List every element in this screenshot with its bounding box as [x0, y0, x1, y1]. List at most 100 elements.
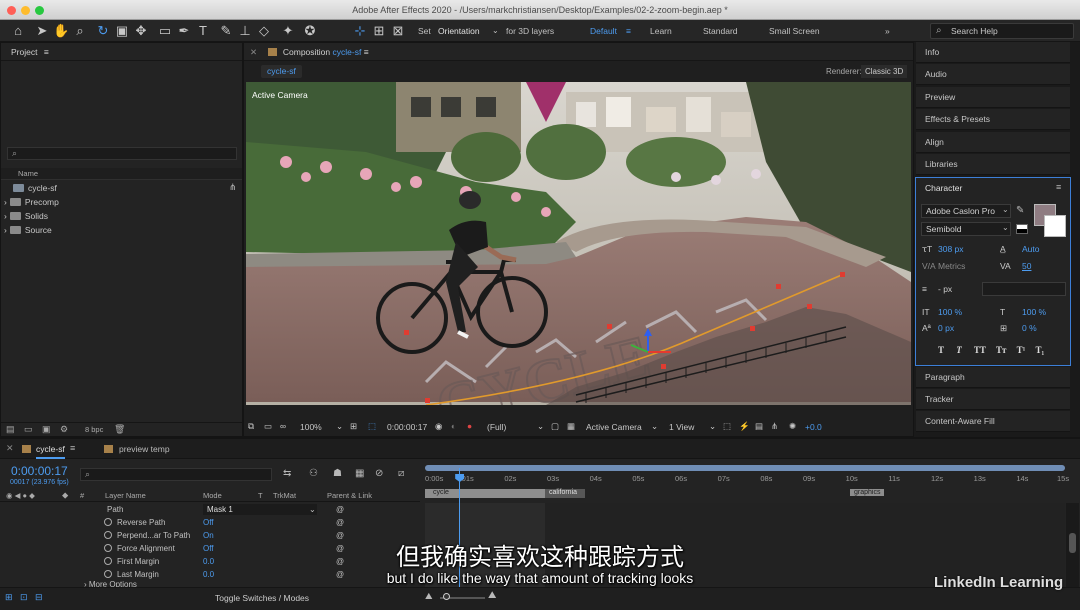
pen-tool-icon[interactable]: ✒: [176, 23, 192, 39]
marker-graphics[interactable]: graphics: [850, 489, 885, 496]
mode-header[interactable]: Mode: [203, 491, 222, 500]
workspace-small-screen[interactable]: Small Screen: [769, 20, 820, 42]
chevron-down-icon[interactable]: ⌄: [651, 421, 658, 432]
faux-italic-button[interactable]: T: [956, 345, 962, 355]
zoom-slider-handle[interactable]: [443, 593, 450, 600]
property-row-path[interactable]: Path Mask 1 ⌄ @: [0, 503, 420, 516]
subscript-button[interactable]: T₁: [1035, 345, 1044, 355]
project-settings-icon[interactable]: ⚙: [60, 424, 68, 435]
in-out-icon[interactable]: ⊟: [35, 592, 43, 603]
monitor-icon[interactable]: ▭: [264, 421, 272, 432]
layer-switches-icon[interactable]: ⊞: [5, 592, 13, 603]
toggle-switches-modes[interactable]: Toggle Switches / Modes: [215, 593, 309, 603]
mask-path-dropdown[interactable]: Mask 1: [203, 504, 317, 515]
leading-value[interactable]: Auto: [1022, 244, 1040, 254]
work-area-bar[interactable]: [425, 465, 1065, 471]
mask-visibility-icon[interactable]: ⬚: [368, 421, 376, 432]
roto-brush-tool-icon[interactable]: ✦: [280, 23, 296, 39]
pick-whip-icon[interactable]: @: [336, 503, 344, 516]
eraser-tool-icon[interactable]: ◇: [256, 23, 272, 39]
motion-blur-icon[interactable]: ⊘: [375, 468, 383, 479]
all-caps-button[interactable]: TT: [974, 345, 986, 355]
stroke-color-swatch[interactable]: [1044, 215, 1066, 237]
stroke-width-value[interactable]: - px: [938, 284, 952, 294]
region-of-interest-icon[interactable]: ▢: [551, 421, 559, 432]
brush-tool-icon[interactable]: ✎: [218, 23, 234, 39]
pan-behind-tool-icon[interactable]: ✥: [133, 23, 149, 39]
minimize-window-button[interactable]: [21, 6, 30, 15]
kerning-value[interactable]: Metrics: [938, 261, 965, 271]
frame-blending-icon[interactable]: ▦: [355, 468, 364, 479]
flowchart-icon[interactable]: ⋔: [771, 421, 778, 432]
type-tool-icon[interactable]: T: [195, 23, 211, 39]
rectangle-tool-icon[interactable]: ▭: [157, 23, 173, 39]
small-caps-button[interactable]: Tт: [996, 345, 1006, 355]
rotate-tool-icon[interactable]: ↻: [95, 23, 111, 39]
project-item-solids[interactable]: › Solids: [4, 211, 48, 221]
menu-icon[interactable]: ≡: [70, 443, 75, 453]
new-composition-icon[interactable]: ▣: [42, 424, 51, 435]
world-axis-icon[interactable]: ⊞: [371, 23, 387, 39]
zoom-window-button[interactable]: [35, 6, 44, 15]
superscript-button[interactable]: T¹: [1017, 345, 1026, 355]
renderer-dropdown[interactable]: Classic 3D: [861, 65, 908, 78]
parent-link-header[interactable]: Parent & Link: [327, 491, 372, 500]
tsume-value[interactable]: 0 %: [1022, 323, 1037, 333]
orientation-dropdown[interactable]: Orientation: [438, 20, 480, 42]
interpret-footage-icon[interactable]: ▤: [6, 424, 15, 435]
audio-panel-tab[interactable]: Audio: [916, 64, 1070, 85]
zoom-in-icon[interactable]: ⛰: [488, 590, 496, 601]
t-header[interactable]: T: [258, 491, 263, 500]
always-preview-icon[interactable]: ⧉: [248, 421, 254, 432]
view-axis-icon[interactable]: ⊠: [390, 23, 406, 39]
fast-previews-icon[interactable]: ⚡: [739, 421, 750, 432]
3d-view-dropdown[interactable]: Active Camera: [586, 422, 642, 432]
vertical-scale-value[interactable]: 100 %: [938, 307, 962, 317]
marker-california[interactable]: california: [545, 489, 577, 496]
tracking-value[interactable]: 50: [1022, 261, 1031, 271]
trash-icon[interactable]: 🗑: [114, 424, 125, 435]
menu-icon[interactable]: ≡: [626, 20, 631, 42]
view-layout-dropdown[interactable]: 1 View: [669, 422, 694, 432]
snapshot-icon[interactable]: ◉: [435, 421, 442, 432]
paragraph-panel-tab[interactable]: Paragraph: [916, 367, 1070, 388]
composition-viewer[interactable]: CYCLE Active Camera: [246, 82, 911, 405]
font-style-dropdown[interactable]: Semibold: [921, 222, 1011, 236]
transparency-grid-icon[interactable]: ▦: [567, 421, 575, 432]
font-family-dropdown[interactable]: Adobe Caslon Pro: [921, 204, 1011, 218]
close-icon[interactable]: ✕: [6, 443, 14, 454]
workspace-learn[interactable]: Learn: [650, 20, 672, 42]
chevron-down-icon[interactable]: ⌄: [1002, 205, 1009, 214]
magnification-dropdown[interactable]: 100%: [300, 422, 322, 432]
pixel-aspect-icon[interactable]: ⬚: [723, 421, 731, 432]
project-search-input[interactable]: ⌕: [7, 147, 237, 160]
pick-whip-icon[interactable]: @: [336, 516, 344, 529]
shy-layers-icon[interactable]: ☗: [333, 468, 342, 479]
workspace-default[interactable]: Default: [590, 20, 617, 42]
local-axis-icon[interactable]: ⊹: [352, 23, 368, 39]
layer-name-header[interactable]: Layer Name: [105, 491, 146, 500]
libraries-panel-tab[interactable]: Libraries: [916, 154, 1070, 175]
tracker-panel-tab[interactable]: Tracker: [916, 389, 1070, 410]
close-window-button[interactable]: [7, 6, 16, 15]
project-item-precomp[interactable]: › Precomp: [4, 197, 59, 207]
exposure-reset-icon[interactable]: ✺: [789, 421, 796, 432]
puppet-tool-icon[interactable]: ✪: [302, 23, 318, 39]
chevron-down-icon[interactable]: ⌄: [1002, 223, 1009, 232]
menu-icon[interactable]: ≡: [1056, 182, 1061, 192]
eyedropper-icon[interactable]: ✎: [1016, 205, 1024, 216]
project-title[interactable]: Project: [11, 47, 37, 57]
flowchart-icon[interactable]: ⋔: [229, 182, 237, 193]
project-item-cycle-sf[interactable]: cycle-sf: [13, 183, 57, 193]
resolution-dropdown[interactable]: (Full): [487, 422, 506, 432]
selection-tool-icon[interactable]: ➤: [34, 23, 50, 39]
project-item-source[interactable]: › Source: [4, 225, 52, 235]
chevron-down-icon[interactable]: ⌄: [336, 421, 343, 432]
workspace-standard[interactable]: Standard: [703, 20, 738, 42]
baseline-shift-value[interactable]: 0 px: [938, 323, 954, 333]
chevron-down-icon[interactable]: ⌄: [492, 20, 499, 42]
faux-bold-button[interactable]: T: [938, 345, 944, 355]
default-colors-swatch[interactable]: [1016, 224, 1028, 234]
new-folder-icon[interactable]: ▭: [24, 424, 33, 435]
comp-name[interactable]: cycle-sf: [333, 47, 362, 57]
